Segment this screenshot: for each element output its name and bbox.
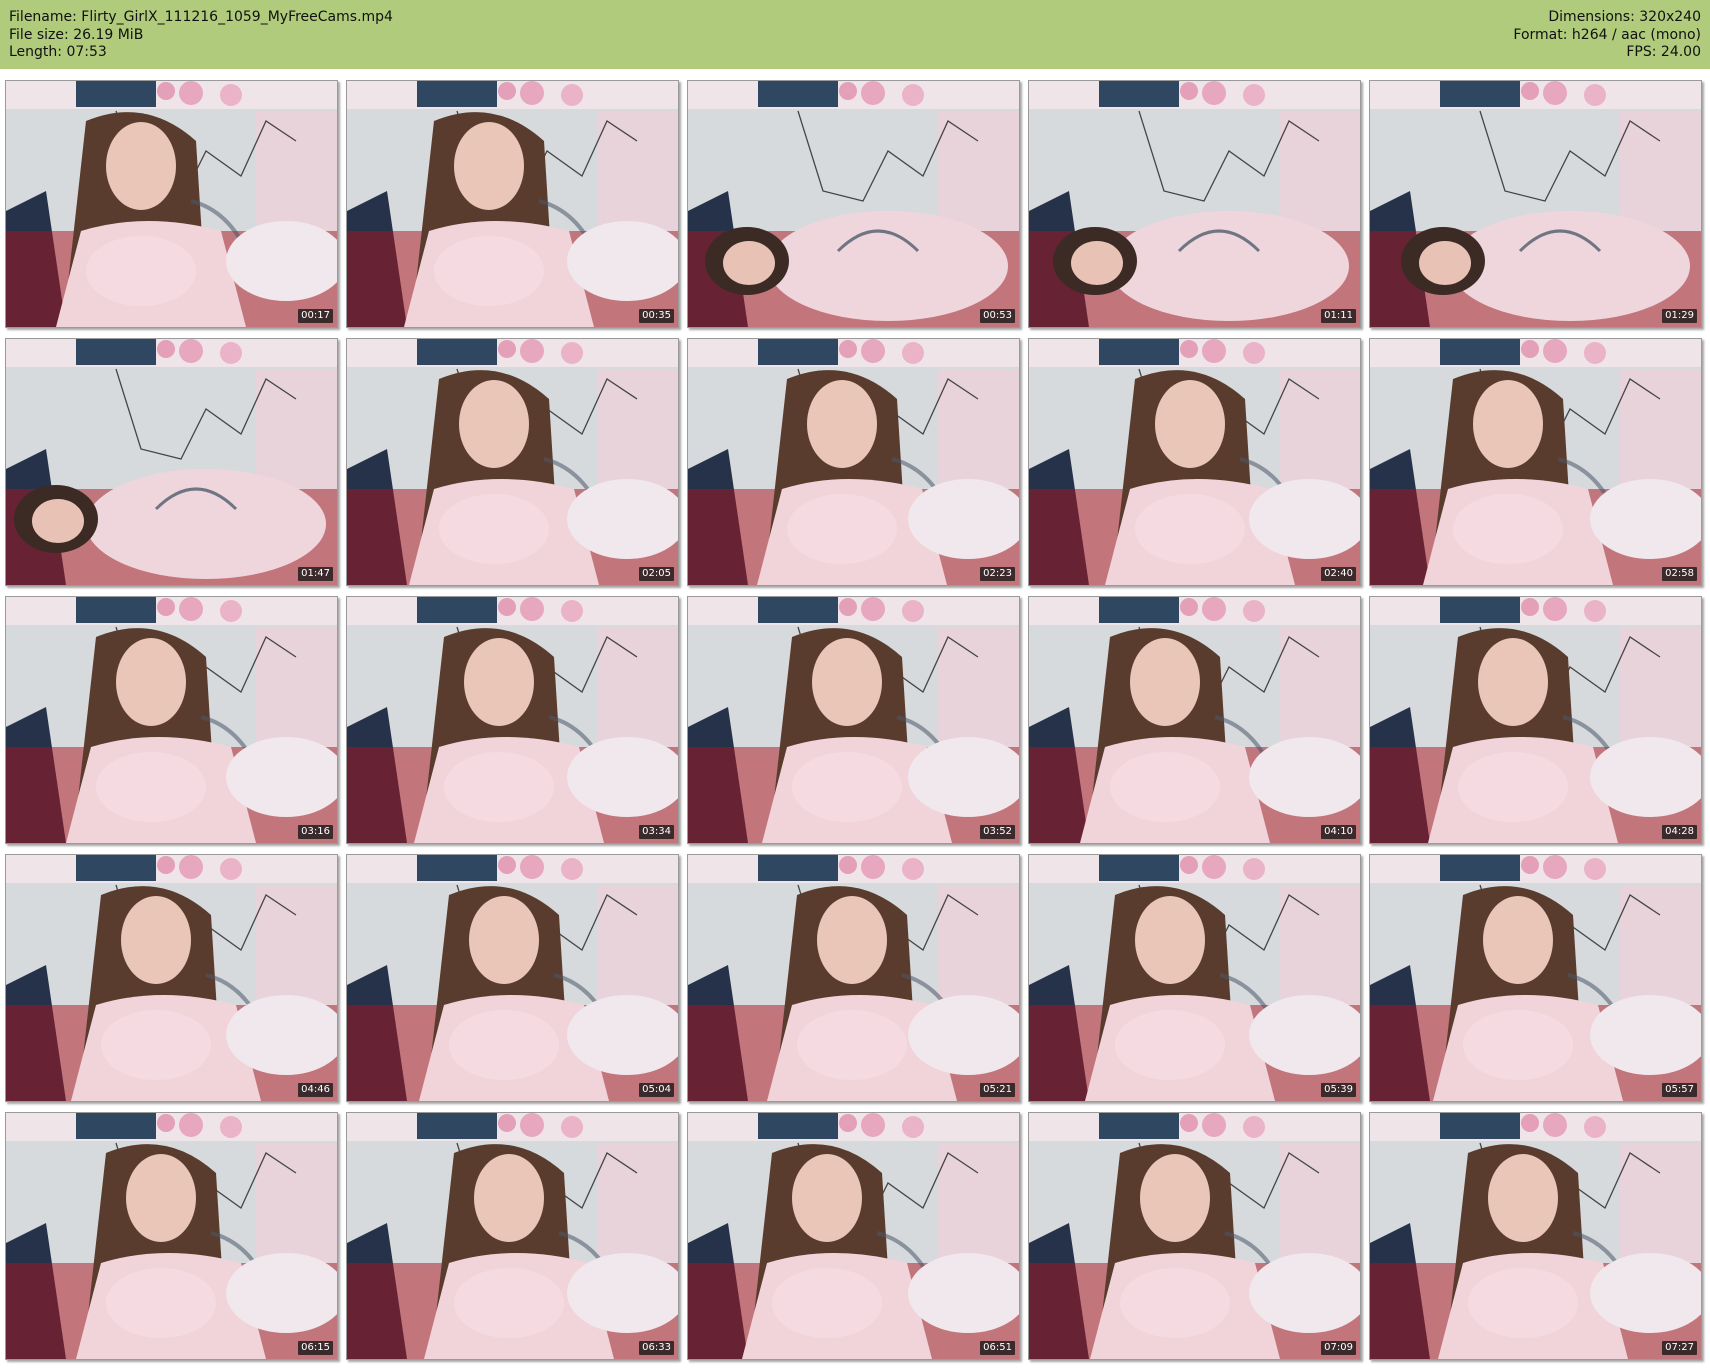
video-frame-thumbnail: 02:40 xyxy=(1028,338,1361,586)
frame-image xyxy=(6,81,337,327)
frame-timestamp: 06:33 xyxy=(639,1341,674,1355)
thumbnail-grid: 00:17 00:35 00:53 01:11 01:29 01:47 02:05 02:23… xyxy=(5,80,1705,1365)
frame-timestamp: 05:04 xyxy=(639,1083,674,1097)
frame-image xyxy=(1029,1113,1360,1359)
frame-timestamp: 01:11 xyxy=(1321,309,1356,323)
video-frame-thumbnail: 01:29 xyxy=(1369,80,1702,328)
frame-timestamp: 02:58 xyxy=(1662,567,1697,581)
video-frame-thumbnail: 02:05 xyxy=(346,338,679,586)
frame-image xyxy=(6,1113,337,1359)
frame-timestamp: 06:51 xyxy=(980,1341,1015,1355)
frame-image xyxy=(347,1113,678,1359)
frame-timestamp: 03:52 xyxy=(980,825,1015,839)
video-frame-thumbnail: 02:23 xyxy=(687,338,1020,586)
frame-timestamp: 00:17 xyxy=(298,309,333,323)
stream-info: Dimensions: 320x240 Format: h264 / aac (… xyxy=(1513,9,1701,62)
frame-image xyxy=(6,855,337,1101)
dimensions-text: Dimensions: 320x240 xyxy=(1548,9,1701,25)
video-frame-thumbnail: 05:04 xyxy=(346,854,679,1102)
frame-timestamp: 03:34 xyxy=(639,825,674,839)
frame-timestamp: 04:28 xyxy=(1662,825,1697,839)
video-frame-thumbnail: 03:16 xyxy=(5,596,338,844)
frame-timestamp: 02:40 xyxy=(1321,567,1356,581)
filesize-text: File size: 26.19 MiB xyxy=(9,26,144,43)
length-text: Length: 07:53 xyxy=(9,44,107,60)
frame-image xyxy=(688,339,1019,585)
frame-timestamp: 05:21 xyxy=(980,1083,1015,1097)
frame-image xyxy=(1029,81,1360,327)
video-frame-thumbnail: 02:58 xyxy=(1369,338,1702,586)
frame-timestamp: 05:57 xyxy=(1662,1083,1697,1097)
frame-timestamp: 02:23 xyxy=(980,567,1015,581)
frame-image xyxy=(688,1113,1019,1359)
frame-image xyxy=(347,597,678,843)
video-frame-thumbnail: 05:57 xyxy=(1369,854,1702,1102)
video-frame-thumbnail: 07:09 xyxy=(1028,1112,1361,1360)
frame-image xyxy=(1029,339,1360,585)
frame-timestamp: 01:47 xyxy=(298,567,333,581)
frame-timestamp: 07:09 xyxy=(1321,1341,1356,1355)
frame-timestamp: 00:35 xyxy=(639,309,674,323)
frame-image xyxy=(688,597,1019,843)
frame-timestamp: 07:27 xyxy=(1662,1341,1697,1355)
frame-timestamp: 01:29 xyxy=(1662,309,1697,323)
frame-image xyxy=(1370,855,1701,1101)
frame-timestamp: 02:05 xyxy=(639,567,674,581)
frame-image xyxy=(1370,597,1701,843)
frame-timestamp: 04:46 xyxy=(298,1083,333,1097)
video-frame-thumbnail: 04:28 xyxy=(1369,596,1702,844)
video-frame-thumbnail: 01:11 xyxy=(1028,80,1361,328)
frame-timestamp: 06:15 xyxy=(298,1341,333,1355)
frame-timestamp: 04:10 xyxy=(1321,825,1356,839)
frame-timestamp: 03:16 xyxy=(298,825,333,839)
frame-timestamp: 00:53 xyxy=(980,309,1015,323)
frame-image xyxy=(6,597,337,843)
frame-image xyxy=(347,855,678,1101)
video-info-header: Filename: Flirty_GirlX_111216_1059_MyFre… xyxy=(0,0,1710,69)
frame-image xyxy=(1029,855,1360,1101)
video-frame-thumbnail: 03:52 xyxy=(687,596,1020,844)
frame-image xyxy=(347,81,678,327)
format-text: Format: h264 / aac (mono) xyxy=(1513,26,1701,43)
video-frame-thumbnail: 06:51 xyxy=(687,1112,1020,1360)
video-frame-thumbnail: 05:21 xyxy=(687,854,1020,1102)
video-frame-thumbnail: 00:35 xyxy=(346,80,679,328)
video-frame-thumbnail: 00:17 xyxy=(5,80,338,328)
frame-image xyxy=(1370,81,1701,327)
frame-image xyxy=(347,339,678,585)
video-frame-thumbnail: 00:53 xyxy=(687,80,1020,328)
frame-image xyxy=(688,81,1019,327)
frame-image xyxy=(688,855,1019,1101)
file-info: Filename: Flirty_GirlX_111216_1059_MyFre… xyxy=(9,9,393,62)
video-frame-thumbnail: 04:46 xyxy=(5,854,338,1102)
video-frame-thumbnail: 03:34 xyxy=(346,596,679,844)
frame-image xyxy=(1370,339,1701,585)
frame-image xyxy=(6,339,337,585)
video-frame-thumbnail: 07:27 xyxy=(1369,1112,1702,1360)
video-frame-thumbnail: 05:39 xyxy=(1028,854,1361,1102)
video-frame-thumbnail: 01:47 xyxy=(5,338,338,586)
filename-text: Filename: Flirty_GirlX_111216_1059_MyFre… xyxy=(9,9,393,25)
video-frame-thumbnail: 06:15 xyxy=(5,1112,338,1360)
frame-image xyxy=(1029,597,1360,843)
frame-image xyxy=(1370,1113,1701,1359)
video-frame-thumbnail: 06:33 xyxy=(346,1112,679,1360)
video-frame-thumbnail: 04:10 xyxy=(1028,596,1361,844)
frame-timestamp: 05:39 xyxy=(1321,1083,1356,1097)
fps-text: FPS: 24.00 xyxy=(1626,44,1701,60)
